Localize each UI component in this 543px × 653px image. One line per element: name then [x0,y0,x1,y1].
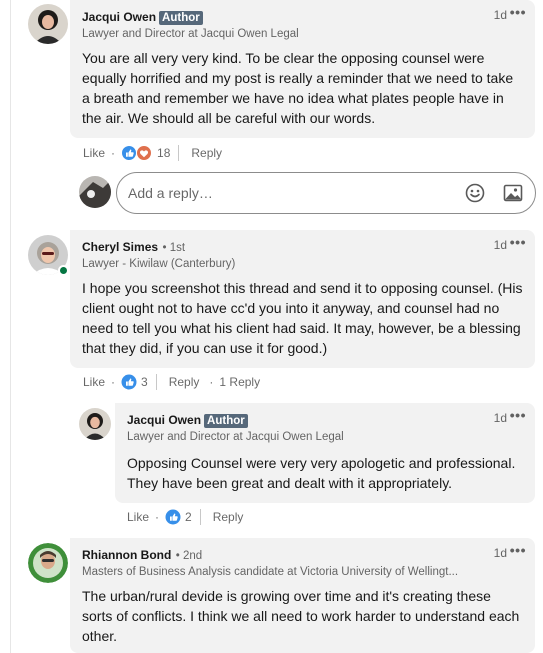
timestamp: 1d [493,411,507,425]
author-name[interactable]: Jacqui Owen [82,10,156,24]
reply-button[interactable]: Reply [213,510,244,524]
reactions[interactable]: 18 [121,145,170,161]
avatar[interactable] [28,543,68,583]
like-button[interactable]: Like [83,146,105,160]
love-reaction-icon [136,145,153,161]
author-name[interactable]: Cheryl Simes [82,240,158,254]
comment-text: I hope you screenshot this thread and se… [82,280,523,356]
more-options-icon[interactable]: ••• [510,407,526,423]
separator-dot: · [111,375,116,389]
current-user-avatar [79,176,111,208]
like-reaction-icon [121,374,137,390]
emoji-icon[interactable] [465,183,485,208]
comment-bubble: Jacqui Owen Author Lawyer and Director at… [70,0,535,138]
more-options-icon[interactable]: ••• [510,4,526,20]
like-button[interactable]: Like [127,510,149,524]
more-options-icon[interactable]: ••• [510,542,526,558]
reaction-count: 2 [185,510,192,524]
comment-bubble: Cheryl Simes • 1st Lawyer - Kiwilaw (Can… [70,230,535,368]
author-headline: Lawyer and Director at Jacqui Owen Legal [127,431,344,443]
divider [178,145,180,161]
author-badge: Author [159,11,203,25]
separator-dot: · [111,146,116,160]
thread-rule [10,0,11,653]
avatar[interactable] [79,408,111,440]
reaction-count: 18 [157,146,171,160]
avatar[interactable] [28,4,68,44]
comment-text: Opposing Counsel were very very apologet… [127,455,516,491]
divider [155,374,157,390]
reply-button[interactable]: Reply [191,146,222,160]
reaction-count: 3 [141,375,148,389]
view-replies-button[interactable]: 1 Reply [219,375,260,389]
online-status-indicator [58,265,69,276]
timestamp: 1d [493,8,507,22]
author-badge: Author [204,414,248,428]
timestamp: 1d [493,238,507,252]
separator-dot: · [155,510,160,524]
divider [199,509,201,525]
comment-text: The urban/rural devide is growing over t… [82,588,520,644]
reactions[interactable]: 2 [165,509,192,525]
reply-button[interactable]: Reply [169,375,200,389]
comment-text: You are all very very kind. To be clear … [82,50,514,126]
connection-degree: • 1st [162,242,186,254]
reply-placeholder: Add a reply… [128,185,213,201]
more-options-icon[interactable]: ••• [510,234,526,250]
comment-actions: Like · 3 Reply · 1 Reply [83,372,260,392]
reactions[interactable]: 3 [121,374,148,390]
like-reaction-icon [165,509,181,525]
like-reaction-icon [121,145,138,161]
comment-bubble: Rhiannon Bond • 2nd Masters of Business … [70,538,535,653]
timestamp: 1d [493,546,507,560]
separator-dot: · [209,375,214,389]
comment-actions: Like · 18 Reply [83,143,222,163]
comment-actions: Like · 2 Reply [127,507,243,527]
author-name[interactable]: Rhiannon Bond [82,548,171,562]
author-headline: Lawyer and Director at Jacqui Owen Legal [82,28,299,40]
author-headline: Lawyer - Kiwilaw (Canterbury) [82,258,236,270]
author-headline: Masters of Business Analysis candidate a… [82,566,459,578]
reply-input[interactable]: Add a reply… [116,172,536,214]
image-icon[interactable] [503,183,523,208]
author-name[interactable]: Jacqui Owen [127,413,201,427]
connection-degree: • 2nd [175,550,203,562]
like-button[interactable]: Like [83,375,105,389]
reply-bubble: Jacqui Owen Author Lawyer and Director at… [115,403,535,503]
